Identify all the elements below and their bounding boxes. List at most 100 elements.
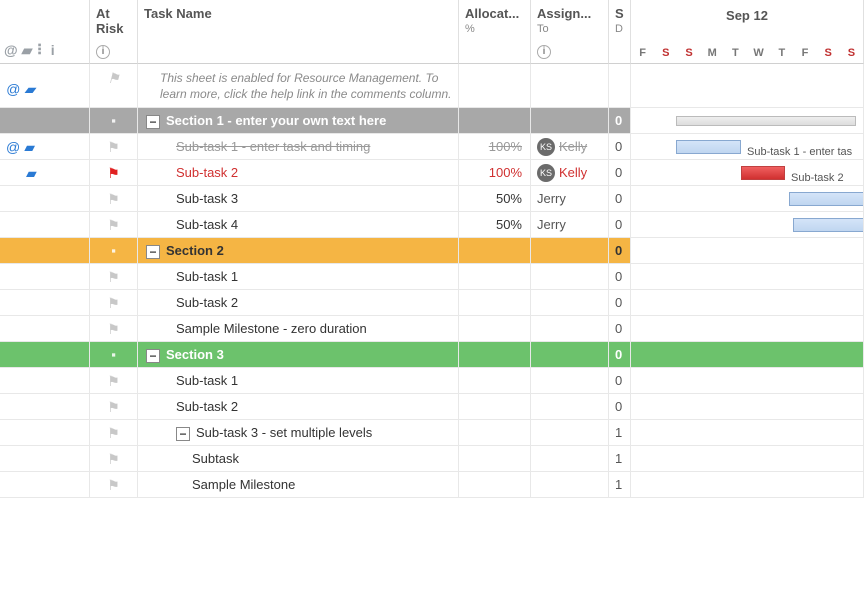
start-header[interactable]: SD (609, 0, 631, 64)
task-name-cell[interactable]: Sub-task 2 (138, 160, 459, 186)
risk-cell[interactable]: ⚑ (90, 64, 138, 108)
start-date-cell[interactable]: 0 (609, 238, 631, 264)
sd-cell[interactable] (609, 64, 631, 108)
task-name-cell[interactable]: Sample Milestone - zero duration (138, 316, 459, 342)
comments-cell[interactable] (0, 238, 90, 264)
assign-cell[interactable] (531, 264, 609, 290)
start-date-cell[interactable]: 0 (609, 264, 631, 290)
allocation-header[interactable]: Allocat...% (459, 0, 531, 64)
comments-cell[interactable] (0, 264, 90, 290)
collapse-toggle[interactable]: − (146, 349, 160, 363)
assign-header[interactable]: Assign...To i (531, 0, 609, 64)
comments-cell[interactable] (0, 212, 90, 238)
task-name-cell[interactable]: Sub-task 1 (138, 264, 459, 290)
task-name-cell[interactable]: Sub-task 1 (138, 368, 459, 394)
task-name-cell[interactable]: −Section 2 (138, 238, 459, 264)
allocation-cell[interactable] (459, 472, 531, 498)
risk-cell[interactable]: ⚑ (90, 160, 138, 186)
task-name-cell[interactable]: Sub-task 1 - enter task and timing (138, 134, 459, 160)
comments-cell[interactable] (0, 472, 90, 498)
risk-cell[interactable]: ⚑ (90, 394, 138, 420)
comments-cell[interactable] (0, 368, 90, 394)
gantt-bar[interactable] (793, 218, 864, 232)
risk-cell[interactable]: ⚑ (90, 420, 138, 446)
gantt-summary-bar[interactable] (676, 116, 856, 126)
start-date-cell[interactable]: 0 (609, 316, 631, 342)
gantt-bar[interactable] (676, 140, 741, 154)
start-date-cell[interactable]: 0 (609, 368, 631, 394)
comments-cell[interactable] (0, 420, 90, 446)
comment-toolbar-icon[interactable]: ▰ (22, 42, 33, 59)
assign-cell[interactable] (531, 290, 609, 316)
assign-cell[interactable]: Jerry (531, 186, 609, 212)
risk-cell[interactable]: ⚑ (90, 472, 138, 498)
comment-icon[interactable]: ▰ (24, 81, 35, 97)
assign-cell[interactable] (531, 316, 609, 342)
at-icon[interactable]: @ (4, 42, 18, 59)
comments-cell[interactable]: ▰ (0, 160, 90, 186)
risk-cell[interactable]: ⚑ (90, 134, 138, 160)
gantt-bar[interactable] (741, 166, 785, 180)
task-name-cell[interactable]: Sub-task 2 (138, 290, 459, 316)
assign-cell[interactable] (531, 342, 609, 368)
comments-cell[interactable] (0, 290, 90, 316)
task-name-cell[interactable]: Sample Milestone (138, 472, 459, 498)
comments-cell[interactable]: @▰ (0, 134, 90, 160)
task-name-cell[interactable]: −Sub-task 3 - set multiple levels (138, 420, 459, 446)
start-date-cell[interactable]: 0 (609, 108, 631, 134)
start-date-cell[interactable]: 0 (609, 160, 631, 186)
start-date-cell[interactable]: 0 (609, 212, 631, 238)
mention-icon[interactable]: @ (6, 81, 20, 97)
comments-cell[interactable] (0, 394, 90, 420)
start-date-cell[interactable]: 1 (609, 420, 631, 446)
allocation-cell[interactable]: 100% (459, 160, 531, 186)
collapse-toggle[interactable]: − (176, 427, 190, 441)
assign-cell[interactable] (531, 64, 609, 108)
start-date-cell[interactable]: 0 (609, 394, 631, 420)
task-name-cell[interactable]: −Section 3 (138, 342, 459, 368)
task-name-header[interactable]: Task Name (138, 0, 459, 64)
allocation-cell[interactable] (459, 368, 531, 394)
allocation-cell[interactable] (459, 290, 531, 316)
start-date-cell[interactable]: 0 (609, 342, 631, 368)
comment-icon[interactable]: ▰ (24, 134, 35, 160)
allocation-cell[interactable]: 50% (459, 186, 531, 212)
risk-cell[interactable]: ▪ (90, 108, 138, 134)
allocation-cell[interactable] (459, 108, 531, 134)
risk-cell[interactable]: ⚑ (90, 212, 138, 238)
comments-cell[interactable] (0, 186, 90, 212)
assign-cell[interactable] (531, 108, 609, 134)
comments-cell[interactable] (0, 108, 90, 134)
allocation-cell[interactable] (459, 446, 531, 472)
task-name-cell[interactable]: Subtask (138, 446, 459, 472)
risk-cell[interactable]: ⚑ (90, 186, 138, 212)
assign-cell[interactable]: KSKelly (531, 134, 609, 160)
comment-icon[interactable]: ▰ (26, 160, 37, 186)
alloc-cell[interactable] (459, 64, 531, 108)
risk-cell[interactable]: ⚑ (90, 446, 138, 472)
task-name-cell[interactable]: Sub-task 2 (138, 394, 459, 420)
comments-cell[interactable] (0, 316, 90, 342)
task-name-cell[interactable]: Sub-task 4 (138, 212, 459, 238)
risk-cell[interactable]: ▪ (90, 238, 138, 264)
assign-cell[interactable] (531, 394, 609, 420)
allocation-cell[interactable]: 50% (459, 212, 531, 238)
risk-cell[interactable]: ⚑ (90, 316, 138, 342)
risk-cell[interactable]: ⚑ (90, 290, 138, 316)
allocation-cell[interactable] (459, 420, 531, 446)
assign-cell[interactable] (531, 368, 609, 394)
start-date-cell[interactable]: 0 (609, 290, 631, 316)
collapse-toggle[interactable]: − (146, 245, 160, 259)
comments-cell[interactable]: @ ▰ (0, 64, 90, 108)
assign-cell[interactable] (531, 446, 609, 472)
comments-cell[interactable] (0, 342, 90, 368)
collapse-toggle[interactable]: − (146, 115, 160, 129)
risk-cell[interactable]: ⚑ (90, 368, 138, 394)
start-date-cell[interactable]: 0 (609, 134, 631, 160)
allocation-cell[interactable]: 100% (459, 134, 531, 160)
start-date-cell[interactable]: 1 (609, 472, 631, 498)
gantt-bar[interactable] (789, 192, 864, 206)
mention-icon[interactable]: @ (6, 134, 20, 160)
assign-cell[interactable] (531, 420, 609, 446)
assign-cell[interactable]: KSKelly (531, 160, 609, 186)
